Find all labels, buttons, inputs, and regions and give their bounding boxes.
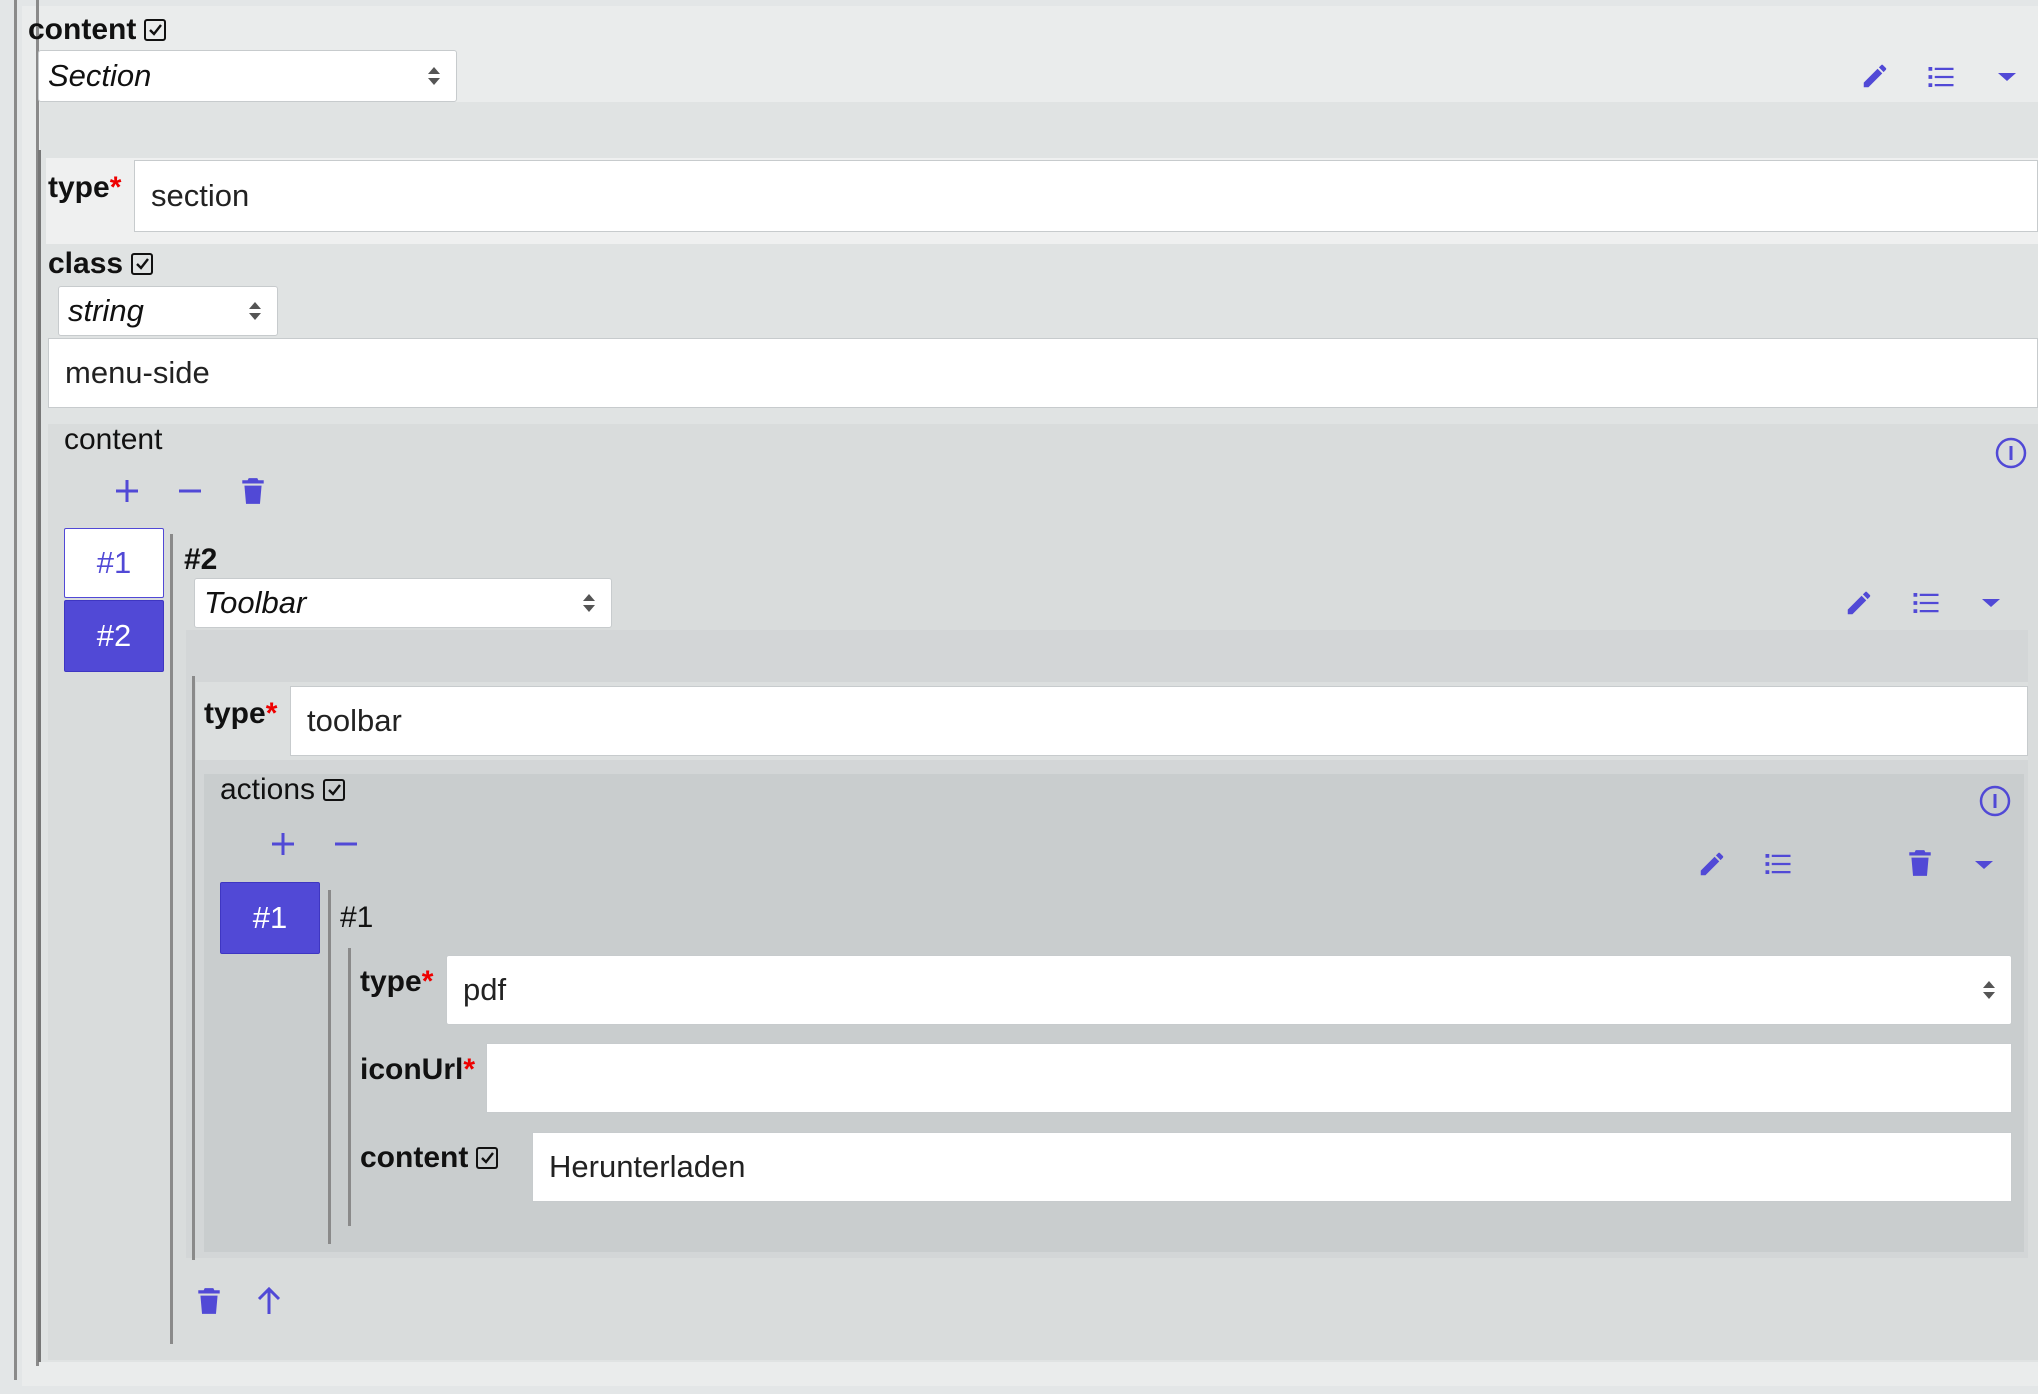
section-guide xyxy=(38,150,41,1362)
root-edit-icon[interactable] xyxy=(1860,61,1890,91)
root-list-icon[interactable] xyxy=(1926,62,1956,92)
action-fields-guide xyxy=(348,948,351,1226)
select-arrows-icon xyxy=(1983,981,1995,999)
action-type-select[interactable]: pdf xyxy=(446,955,2012,1025)
toolbar-guide xyxy=(192,676,195,1260)
toolbar-type-label: type* xyxy=(204,697,278,730)
action-collapse-icon[interactable] xyxy=(1973,858,1995,872)
actions-info-icon[interactable] xyxy=(1978,784,2012,818)
content-item-heading: #2 xyxy=(184,543,218,576)
class-type-select[interactable]: string xyxy=(58,286,278,336)
item-collapse-icon[interactable] xyxy=(1980,596,2002,610)
content-item-type-select[interactable]: Toolbar xyxy=(194,578,612,628)
iconurl-input[interactable] xyxy=(486,1043,2012,1113)
content-tab-1[interactable]: #1 xyxy=(64,528,164,598)
action-item-guide xyxy=(328,890,331,1244)
type-label: type* xyxy=(48,171,122,204)
action-delete-icon[interactable] xyxy=(1907,848,1933,878)
content-tab-2[interactable]: #2 xyxy=(64,600,164,672)
actions-remove-icon[interactable] xyxy=(333,831,359,857)
class-input[interactable]: menu-side xyxy=(48,338,2038,408)
select-arrows-icon xyxy=(249,302,261,320)
select-arrows-icon xyxy=(428,67,440,85)
move-up-icon[interactable] xyxy=(256,1286,282,1316)
action-content-input[interactable]: Herunterladen xyxy=(532,1132,2012,1202)
class-label: class xyxy=(48,246,154,282)
action-list-icon[interactable] xyxy=(1763,849,1793,879)
class-checkbox[interactable] xyxy=(131,253,154,275)
item-list-icon[interactable] xyxy=(1911,588,1941,618)
actions-checkbox[interactable] xyxy=(323,779,346,801)
action-type-label: type* xyxy=(360,965,434,998)
item-delete-icon[interactable] xyxy=(196,1286,222,1316)
item-edit-icon[interactable] xyxy=(1844,588,1874,618)
actions-label: actions xyxy=(220,772,346,808)
root-type-select[interactable]: Section xyxy=(38,50,457,102)
content-info-icon[interactable] xyxy=(1994,436,2028,470)
action-item-heading: #1 xyxy=(340,901,374,934)
action-content-checkbox[interactable] xyxy=(476,1147,499,1169)
type-input[interactable]: section xyxy=(134,160,2038,232)
root-content-checkbox[interactable] xyxy=(144,19,167,41)
actions-add-icon[interactable] xyxy=(270,831,296,857)
content-add-icon[interactable] xyxy=(114,478,140,504)
root-collapse-icon[interactable] xyxy=(1996,70,2018,84)
outer-guide xyxy=(14,0,17,1380)
action-edit-icon[interactable] xyxy=(1697,849,1727,879)
content-item-guide xyxy=(170,534,173,1344)
content-array-label: content xyxy=(64,423,163,456)
iconurl-label: iconUrl* xyxy=(360,1053,476,1086)
content-delete-icon[interactable] xyxy=(240,476,266,506)
actions-tab-1[interactable]: #1 xyxy=(220,882,320,954)
root-content-label: content xyxy=(28,12,167,48)
select-arrows-icon xyxy=(583,594,595,612)
content-remove-icon[interactable] xyxy=(177,478,203,504)
action-content-label: content xyxy=(360,1140,499,1176)
toolbar-type-input[interactable]: toolbar xyxy=(290,686,2028,756)
